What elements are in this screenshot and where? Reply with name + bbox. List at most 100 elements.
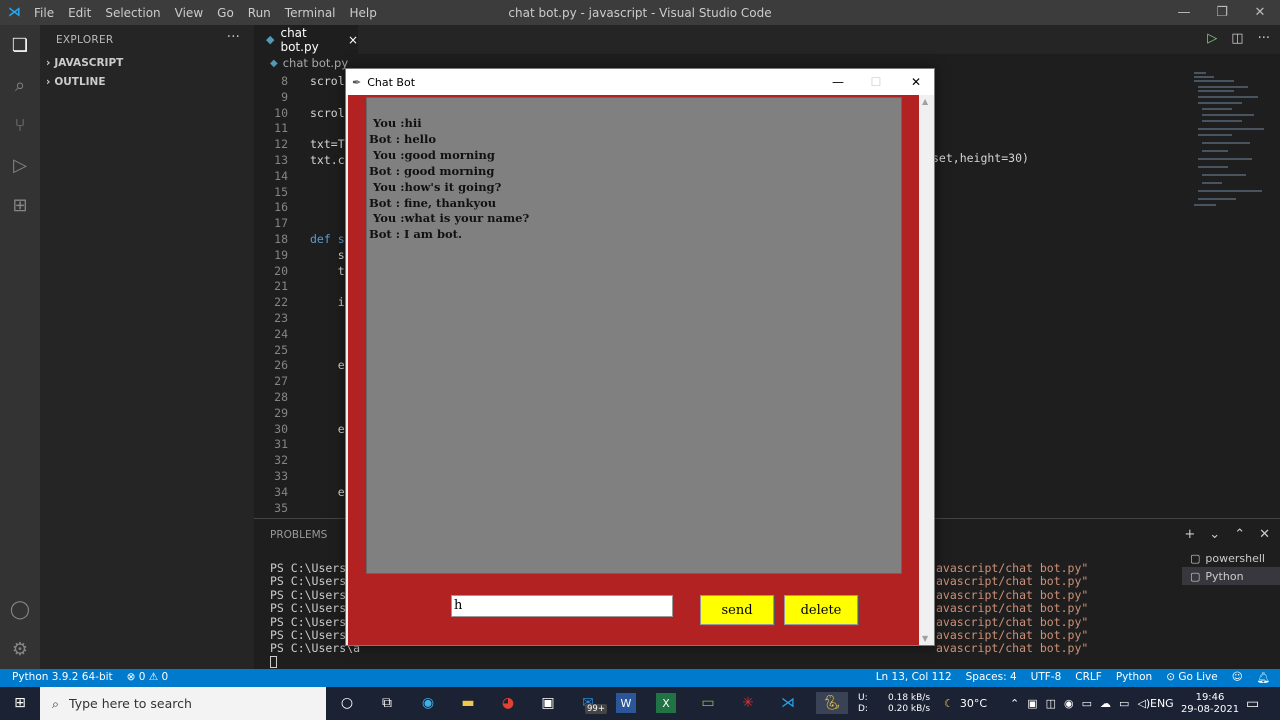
line-number: 32 — [274, 453, 288, 468]
menu-item-file[interactable]: File — [27, 6, 61, 20]
run-debug-icon[interactable]: ▷ — [8, 153, 32, 177]
section-javascript[interactable]: › JAVASCRIPT — [46, 57, 123, 69]
app-icon[interactable]: ▭ — [696, 692, 720, 714]
source-control-icon[interactable]: ⑂ — [8, 113, 32, 137]
new-terminal-icon[interactable]: + — [1184, 527, 1195, 542]
chat-transcript[interactable]: You :hii Bot : hello You :good morning Bot… — [366, 97, 902, 574]
task-view-icon[interactable]: ⧉ — [375, 692, 399, 714]
chevron-up-icon[interactable]: ⌃ — [1234, 527, 1245, 542]
store-icon[interactable]: ▣ — [536, 692, 560, 714]
terminal-line-end: avascript/chat bot.py" — [936, 628, 1089, 642]
app2-icon[interactable]: ✳ — [736, 692, 760, 714]
menu-item-edit[interactable]: Edit — [61, 6, 98, 20]
line-number: 27 — [274, 374, 288, 389]
tray-app-icon[interactable]: ▣ — [1027, 697, 1037, 710]
weather[interactable]: ☾ 30°C — [944, 687, 987, 720]
breadcrumb-file[interactable]: chat bot.py — [283, 56, 348, 70]
editor-tabs: ◆ chat bot.py × ▷ ◫ ··· — [254, 25, 1280, 54]
edge-icon[interactable]: ◉ — [416, 692, 440, 714]
chat-scrollbar[interactable]: ▲ ▼ — [919, 95, 934, 645]
chevron-right-icon: › — [46, 76, 51, 88]
menu-item-view[interactable]: View — [168, 6, 210, 20]
menu-item-run[interactable]: Run — [241, 6, 278, 20]
section-outline[interactable]: › OUTLINE — [46, 76, 106, 88]
chevron-down-icon[interactable]: ⌄ — [1209, 527, 1220, 542]
encoding[interactable]: UTF-8 — [1031, 671, 1062, 684]
file-explorer-icon[interactable]: ▬ — [456, 692, 480, 714]
windows-start-icon[interactable]: ⊞ — [8, 692, 32, 714]
download-speed: 0.20 kB/s — [888, 704, 931, 714]
tray-app3-icon[interactable]: ◉ — [1064, 697, 1074, 710]
line-number: 9 — [281, 89, 288, 104]
chevron-up-icon[interactable]: ⌃ — [1010, 697, 1019, 710]
line-number: 35 — [274, 500, 288, 515]
maximize-button[interactable]: ❐ — [1202, 0, 1242, 25]
chat-maximize-button[interactable]: ☐ — [858, 69, 894, 95]
line-number: 29 — [274, 405, 288, 420]
tab-problems[interactable]: PROBLEMS — [270, 529, 327, 541]
scroll-down-icon[interactable]: ▼ — [922, 634, 928, 643]
settings-gear-icon[interactable]: ⚙ — [8, 637, 32, 661]
terminal-list: ▢ powershell ▢ Python — [1182, 549, 1280, 585]
more-actions-button[interactable]: ··· — [227, 29, 240, 45]
go-live-button[interactable]: ⊙ Go Live — [1166, 671, 1217, 684]
tray-icons: ⌃ ▣ ◫ ◉ ▭ ☁ ▭ ◁) — [1010, 687, 1150, 720]
clock[interactable]: 19:46 29-08-2021 — [1180, 687, 1240, 720]
scroll-up-icon[interactable]: ▲ — [922, 97, 928, 106]
chat-bot-title: Chat Bot — [367, 75, 416, 89]
explorer-icon[interactable]: ❏ — [8, 33, 32, 57]
python-interpreter[interactable]: Python 3.9.2 64-bit — [12, 671, 113, 683]
excel-icon[interactable]: X — [656, 693, 676, 713]
send-button[interactable]: send — [700, 595, 774, 625]
vscode-taskbar-icon[interactable]: ⋊ — [776, 692, 800, 714]
chat-minimize-button[interactable]: — — [820, 69, 856, 95]
close-panel-icon[interactable]: ✕ — [1259, 527, 1270, 542]
tab-chat-bot-py[interactable]: ◆ chat bot.py × — [254, 25, 358, 54]
message-input[interactable]: h — [451, 595, 673, 617]
minimap[interactable] — [1190, 72, 1270, 212]
cortana-icon[interactable]: ○ — [335, 692, 359, 714]
tray-app2-icon[interactable]: ◫ — [1046, 697, 1056, 710]
close-button[interactable]: ✕ — [1240, 0, 1280, 25]
notifications-icon[interactable]: 🔔︎ — [1257, 671, 1270, 684]
menu-item-terminal[interactable]: Terminal — [278, 6, 343, 20]
tray-app4-icon[interactable]: ▭ — [1082, 697, 1092, 710]
notification-center-icon[interactable]: ▭ — [1246, 687, 1259, 720]
feedback-icon[interactable]: ☺ — [1232, 671, 1243, 684]
extensions-icon[interactable]: ⊞ — [8, 193, 32, 217]
section-label: OUTLINE — [54, 76, 106, 88]
network-icon[interactable]: ▭ — [1119, 697, 1129, 710]
more-icon[interactable]: ··· — [1258, 31, 1270, 46]
python-taskbar-icon[interactable]: 🐍︎ — [816, 692, 848, 714]
problems-count[interactable]: ⊗ 0 ⚠ 0 — [127, 671, 169, 683]
onedrive-icon[interactable]: ☁ — [1100, 697, 1111, 710]
terminal-item-python[interactable]: ▢ Python — [1182, 567, 1280, 585]
account-icon[interactable]: ◯ — [8, 597, 32, 621]
menu-item-help[interactable]: Help — [343, 6, 384, 20]
indentation[interactable]: Spaces: 4 — [966, 671, 1017, 684]
split-editor-icon[interactable]: ◫ — [1231, 31, 1243, 46]
line-ending[interactable]: CRLF — [1075, 671, 1102, 684]
line-number: 20 — [274, 263, 288, 278]
chat-close-button[interactable]: ✕ — [898, 69, 934, 95]
tab-close-icon[interactable]: × — [348, 33, 358, 47]
weather-icon: ☾ — [944, 697, 954, 710]
section-label: JAVASCRIPT — [54, 57, 124, 69]
taskbar-search[interactable]: ⌕ Type here to search — [40, 687, 326, 720]
delete-button[interactable]: delete — [784, 595, 858, 625]
terminal-item-powershell[interactable]: ▢ powershell — [1182, 549, 1280, 567]
menu-item-selection[interactable]: Selection — [98, 6, 167, 20]
line-number: 10 — [274, 105, 288, 120]
menu-item-go[interactable]: Go — [210, 6, 241, 20]
line-number: 34 — [274, 484, 288, 499]
cursor-position[interactable]: Ln 13, Col 112 — [876, 671, 952, 684]
input-language[interactable]: ENG — [1150, 687, 1174, 720]
minimize-button[interactable]: — — [1164, 0, 1204, 25]
search-icon[interactable]: ⌕ — [8, 73, 32, 97]
volume-icon[interactable]: ◁) — [1137, 697, 1150, 710]
run-icon[interactable]: ▷ — [1207, 31, 1217, 46]
word-icon[interactable]: W — [616, 693, 636, 713]
chrome-icon[interactable]: ◕ — [496, 692, 520, 714]
language-mode[interactable]: Python — [1116, 671, 1152, 684]
line-number: 22 — [274, 295, 288, 310]
